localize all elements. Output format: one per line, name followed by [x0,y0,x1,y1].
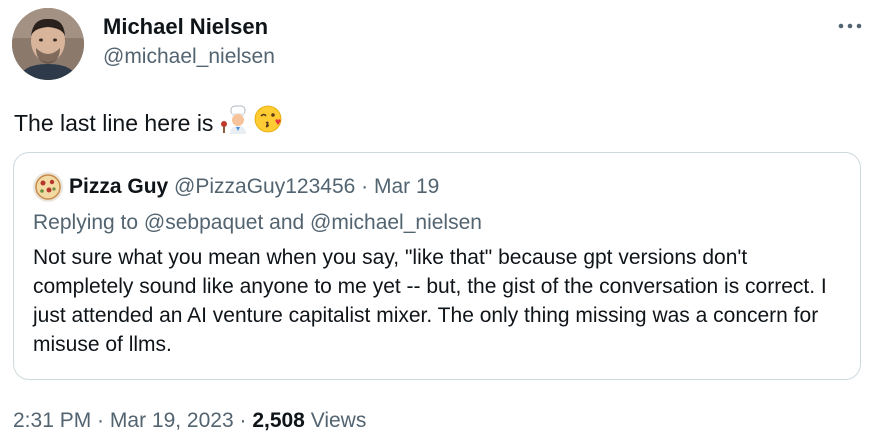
tweet-date[interactable]: Mar 19, 2023 [110,409,234,432]
tweet-time[interactable]: 2:31 PM [13,409,91,432]
avatar[interactable] [12,8,84,80]
tweet: Michael Nielsen @michael_nielsen The las… [0,0,877,443]
replying-and: and [263,211,311,234]
replying-prefix: Replying to [33,211,144,234]
author-handle[interactable]: @michael_nielsen [103,43,275,71]
quoted-tweet[interactable]: Pizza Guy @PizzaGuy123456 · Mar 19 Reply… [13,152,861,380]
author-name[interactable]: Michael Nielsen [103,13,268,41]
pizza-avatar-icon [33,172,63,202]
quote-separator: · [361,175,369,198]
chef-kiss-emoji-icon [220,104,250,142]
views-count: 2,508 [252,409,305,432]
tweet-meta: 2:31 PM · Mar 19, 2023 · 2,508 Views [13,407,366,435]
quote-replying-to: Replying to @sebpaquet and @michael_niel… [33,209,482,237]
replying-user-sebpaquet[interactable]: @sebpaquet [144,211,263,234]
quote-body: Not sure what you mean when you say, "li… [33,246,827,356]
tweet-text: The last line here is [14,104,284,142]
tweet-text-content: The last line here is [14,110,214,136]
more-horizontal-icon[interactable] [833,12,867,40]
replying-user-michael-nielsen[interactable]: @michael_nielsen [310,211,482,234]
quote-date[interactable]: Mar 19 [374,175,439,198]
views-label: Views [304,409,367,432]
avatar-image [12,8,84,80]
meta-separator: · [91,409,110,432]
quote-author-handle[interactable]: @PizzaGuy123456 [174,175,355,198]
quote-avatar[interactable] [33,172,63,202]
meta-separator: · [233,409,253,432]
quote-header: Pizza Guy @PizzaGuy123456 · Mar 19 [69,173,439,201]
kissing-face-emoji-icon [254,104,284,142]
quote-author-name[interactable]: Pizza Guy [69,175,168,198]
